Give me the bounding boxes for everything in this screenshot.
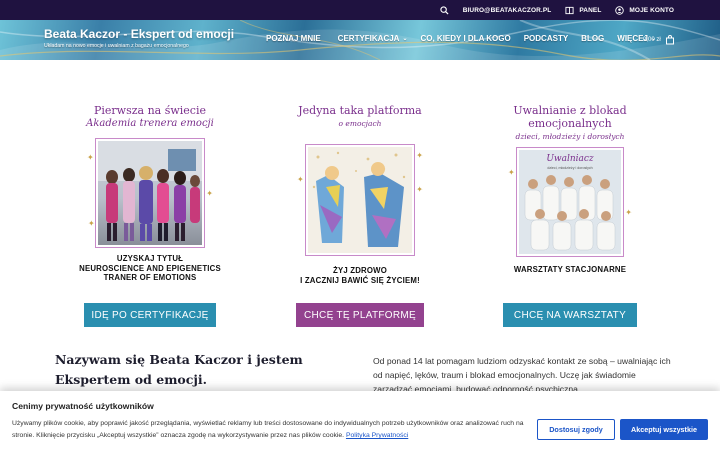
nav-poznaj-mnie[interactable]: POZNAJ MNIE <box>266 34 321 43</box>
nav-certyfikacja[interactable]: CERTYFIKACJA ⌄ <box>338 34 408 43</box>
column-heading: Uwalnianie z blokad <box>513 104 627 117</box>
account-link[interactable]: MOJE KONTO <box>615 5 674 15</box>
book-icon <box>565 6 574 14</box>
site-header: Beata Kaczor - Ekspert od emocji Układam… <box>0 20 720 60</box>
site-brand[interactable]: Beata Kaczor - Ekspert od emocji Układam… <box>44 27 234 49</box>
search-button[interactable] <box>440 5 449 15</box>
women-dancing-art <box>312 151 406 247</box>
search-icon <box>440 5 449 15</box>
email-label: BIURO@BEATAKACZOR.PL <box>462 6 552 14</box>
site-title[interactable]: Beata Kaczor - Ekspert od emocji <box>44 27 234 41</box>
nav-blog[interactable]: BLOG <box>581 34 604 43</box>
column-heading-line2: emocjonalnych <box>528 117 612 130</box>
cart-icon <box>665 35 674 45</box>
privacy-policy-link[interactable]: Polityka Prywatności <box>346 432 408 439</box>
column-caption: WARSZTATY STACJONARNE <box>513 265 627 274</box>
promo-column-certification: Pierwsza na świecie Akademia trenera emo… <box>40 104 260 283</box>
photo-overlay-title: Uwalniacz <box>546 154 594 164</box>
chevron-down-icon: ⌄ <box>402 36 408 42</box>
cookie-title: Cenimy prywatność użytkowników <box>12 401 154 411</box>
workshops-button[interactable]: CHCĘ NA WARSZTATY <box>503 303 637 327</box>
cart-amount: 0,00 zł <box>643 37 661 43</box>
promo-column-workshops: Uwalnianie z blokad emocjonalnych dzieci… <box>460 104 680 275</box>
column-subheading: Akademia trenera emocji <box>86 118 214 129</box>
column-subheading: o emocjach <box>338 119 382 128</box>
top-utility-bar: BIURO@BEATAKACZOR.PL PANEL MOJE KONTO <box>0 0 720 20</box>
cookie-banner: Cenimy prywatność użytkowników Używamy p… <box>0 391 720 450</box>
customize-consent-button[interactable]: Dostosuj zgody <box>537 419 615 440</box>
sparkle-icon: ✦ <box>508 168 515 177</box>
column-subheading: dzieci, młodzieży i dorosłych <box>515 132 625 141</box>
platform-photo: ✦ ✦ ✦ <box>297 144 423 256</box>
about-text: Od ponad 14 lat pomagam ludziom odzyskać… <box>373 356 671 394</box>
cart-button[interactable]: 0,00 zł <box>643 35 675 45</box>
site-tagline: Układam na nowo emocje i uwalniam z baga… <box>44 43 189 49</box>
column-heading: Pierwsza na świecie <box>93 104 206 117</box>
column-heading: Jedyna taka platforma <box>298 104 422 117</box>
sparkle-icon: ✦ <box>416 185 423 194</box>
promo-column-platform: Jedyna taka platforma o emocjach ✦ ✦ ✦ Ż… <box>250 104 470 285</box>
platform-button[interactable]: CHCĘ TĘ PLATFORMĘ <box>296 303 424 327</box>
sparkle-icon: ✦ <box>88 219 95 228</box>
panel-label: PANEL <box>579 6 602 14</box>
sparkle-icon: ✦ <box>297 175 304 184</box>
certification-button[interactable]: IDĘ PO CERTYFIKACJĘ <box>84 303 216 327</box>
certification-photo: ✦ ✦ ✦ <box>87 138 213 248</box>
user-icon <box>615 5 625 15</box>
workshop-photo: ✦ ✦ Uwalniacz dzieci, młodzieży i dorosł… <box>508 147 632 257</box>
sparkle-icon: ✦ <box>625 208 632 217</box>
sparkle-icon: ✦ <box>87 153 94 162</box>
photo-overlay-subtitle: dzieci, młodzieży i dorosłych <box>547 166 593 170</box>
sparkle-icon: ✦ <box>206 189 213 198</box>
column-caption: ŻYJ ZDROWO I ZACZNIJ BAWIĆ SIĘ ŻYCIEM! <box>300 266 420 285</box>
email-link[interactable]: BIURO@BEATAKACZOR.PL <box>463 7 552 14</box>
panel-link[interactable]: PANEL <box>565 6 601 15</box>
about-heading: Nazywam się Beata Kaczor i jestem Eksper… <box>55 352 303 387</box>
column-caption: UZYSKAJ TYTUŁ NEUROSCIENCE AND EPIGENETI… <box>79 254 221 282</box>
nav-co-kiedy[interactable]: CO, KIEDY I DLA KOGO <box>420 34 510 43</box>
account-label: MOJE KONTO <box>629 6 674 14</box>
group-photo-art <box>98 141 202 241</box>
cookie-text: Używamy plików cookie, aby poprawić jako… <box>12 420 524 439</box>
main-nav: POZNAJ MNIE CERTYFIKACJA ⌄ CO, KIEDY I DL… <box>266 34 656 43</box>
nav-podcasty[interactable]: PODCASTY <box>524 34 568 43</box>
sparkle-icon: ✦ <box>416 151 423 160</box>
accept-all-button[interactable]: Akceptuj wszystkie <box>620 419 708 440</box>
